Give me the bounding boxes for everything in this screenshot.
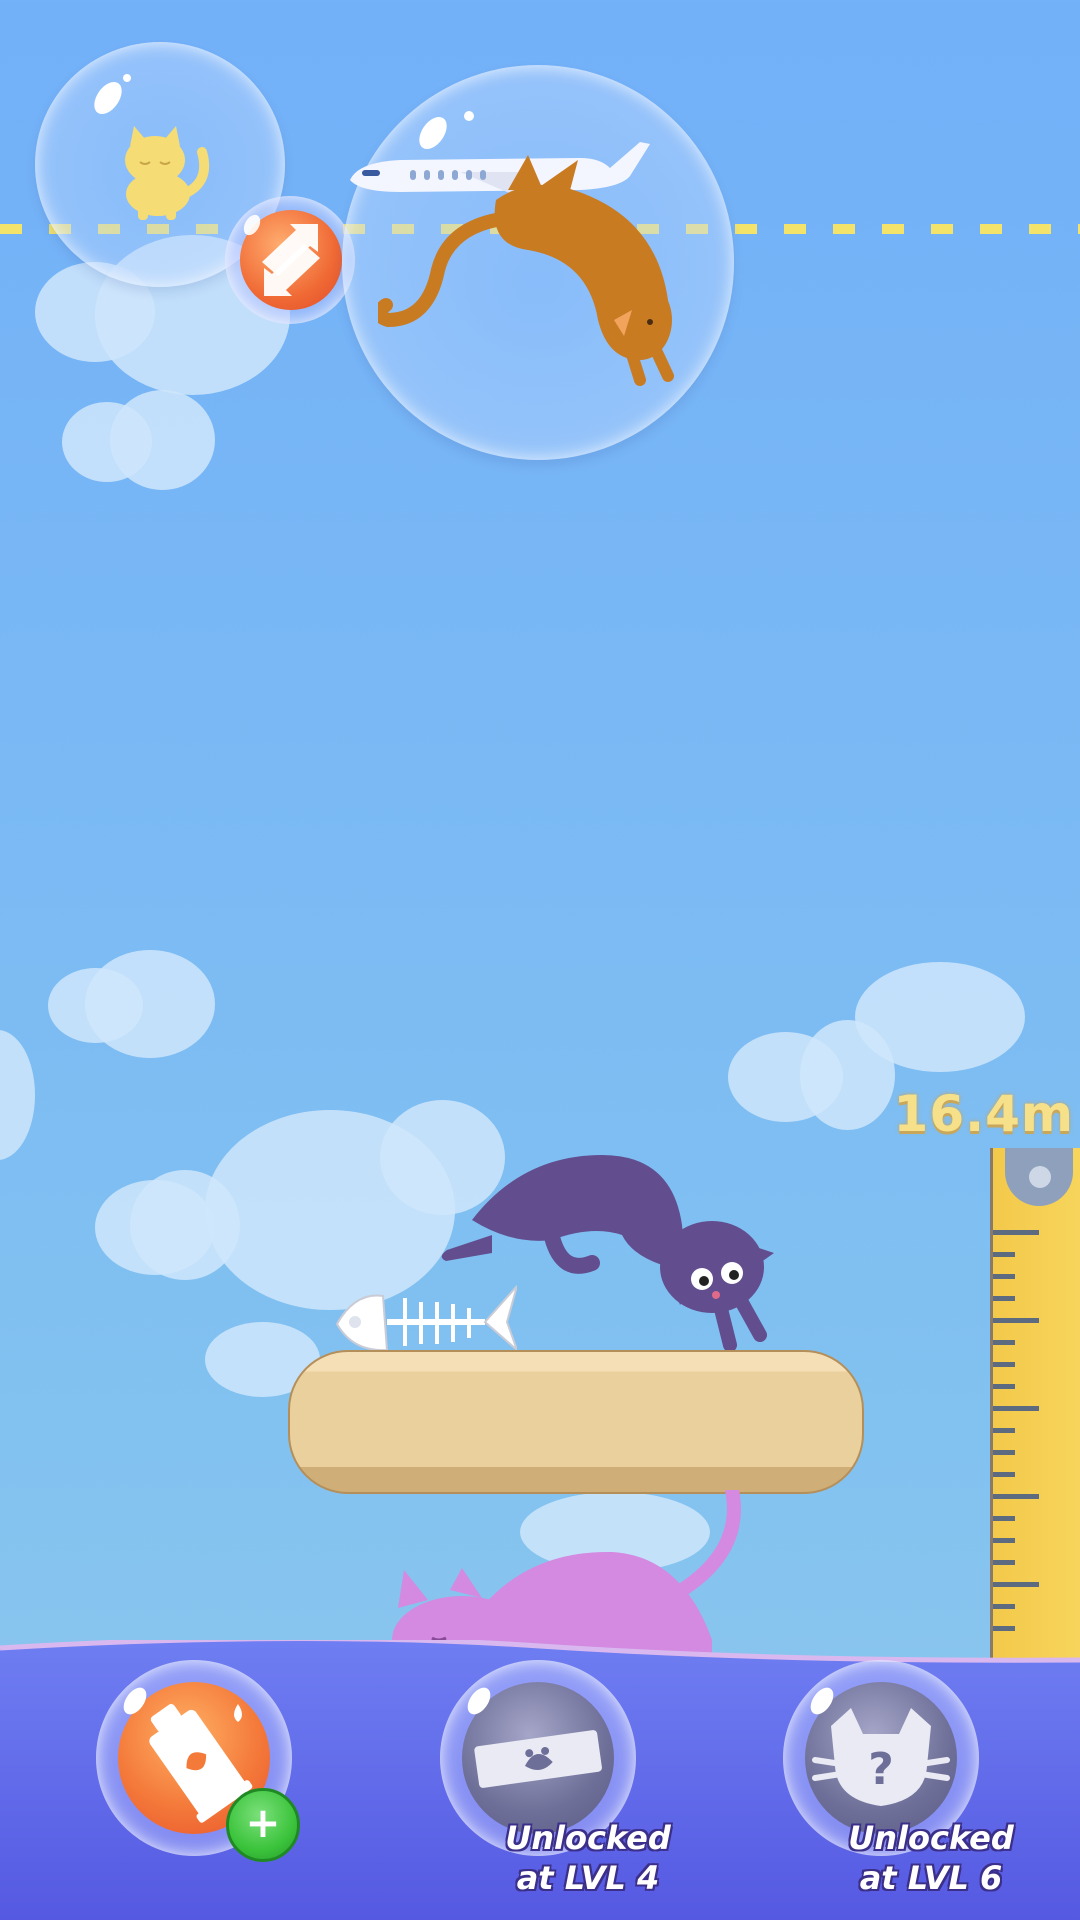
mystery-cat-lock-line1: Unlocked [848, 1819, 1014, 1857]
cloud [85, 950, 215, 1058]
svg-text:?: ? [868, 1744, 894, 1795]
height-readout: 16.4m [893, 1085, 1074, 1143]
mystery-cat-lock-line2: at LVL 6 [859, 1859, 1003, 1897]
bandage-lock-label: Unlocked at LVL 4 [468, 1818, 708, 1898]
pink-cat-icon [392, 1490, 741, 1660]
cloud [110, 390, 215, 490]
bandage-lock-line2: at LVL 4 [516, 1859, 660, 1897]
powerup-glue-button[interactable]: + [96, 1660, 300, 1862]
height-ruler [990, 1148, 1080, 1668]
cloud [0, 1030, 35, 1160]
plus-icon: + [245, 1798, 281, 1847]
swap-button[interactable] [225, 196, 355, 324]
add-glue-button[interactable]: + [226, 1788, 300, 1862]
orange-cat-icon [378, 155, 674, 386]
bread-platform [288, 1350, 864, 1494]
sleepy-yellow-cat-icon [125, 126, 210, 220]
cloud [855, 962, 1025, 1072]
fishbone-icon [335, 1285, 517, 1352]
mystery-cat-lock-label: Unlocked at LVL 6 [811, 1818, 1051, 1898]
bandage-lock-line1: Unlocked [505, 1819, 671, 1857]
